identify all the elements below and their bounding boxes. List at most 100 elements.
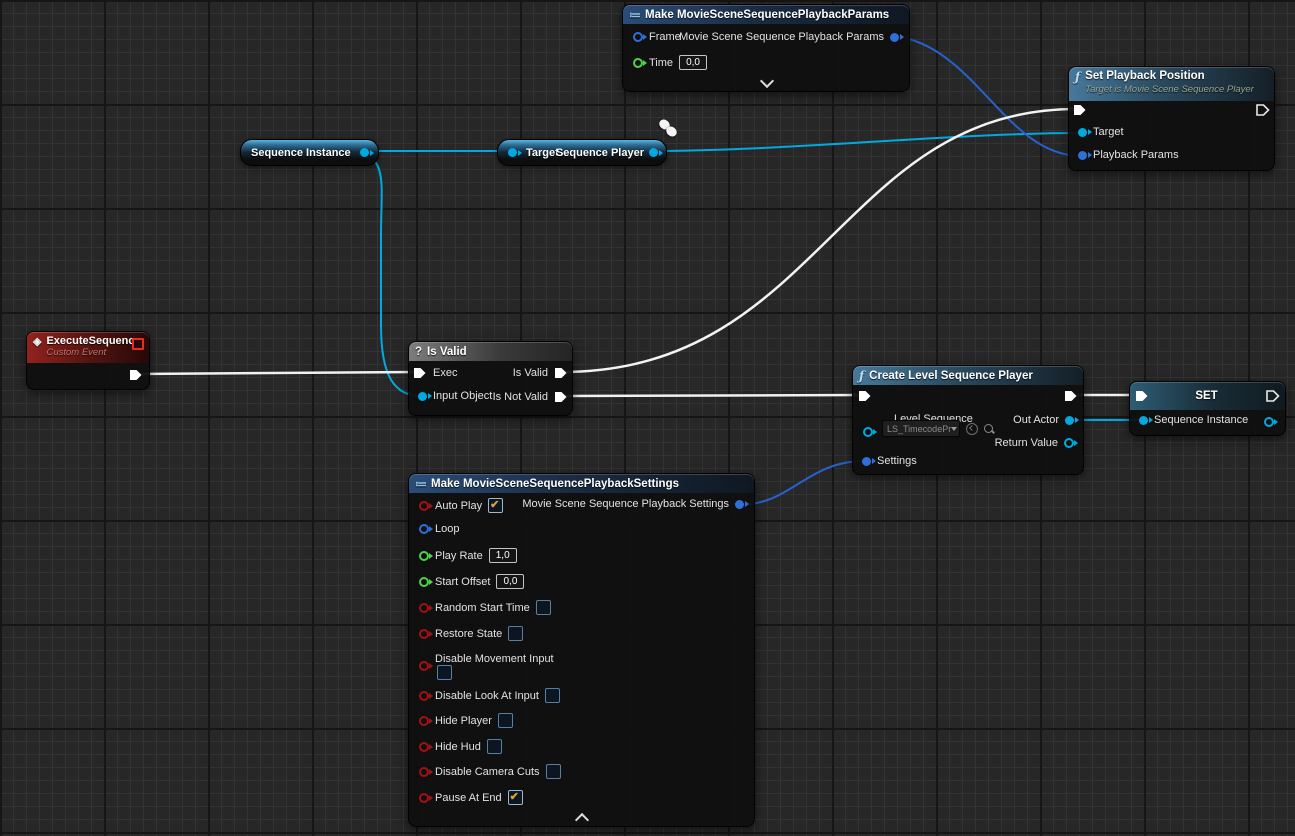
pause-at-end-label: Pause At End [435, 792, 502, 804]
playback-params-pin[interactable] [1078, 151, 1087, 160]
is-not-valid-exec-out-pin[interactable] [553, 390, 569, 404]
disable-look-at-input-pin[interactable] [419, 691, 429, 701]
node-title-bar[interactable]: ? Is Valid [409, 342, 572, 361]
node-title-bar[interactable]: ƒ Create Level Sequence Player [853, 366, 1083, 385]
node-title: Create Level Sequence Player [869, 370, 1033, 382]
target-pin[interactable] [1078, 128, 1087, 137]
node-make-playback-settings[interactable]: ≔ Make MovieSceneSequencePlaybackSetting… [408, 473, 755, 827]
set-value-pin[interactable] [1139, 416, 1148, 425]
wire-exec-event-to-isvalid[interactable] [135, 372, 418, 374]
exec-in-pin[interactable] [857, 389, 873, 403]
collapse-chevron-icon[interactable] [575, 813, 589, 827]
level-sequence-pin[interactable] [863, 427, 873, 437]
input-object-label: Input Object [433, 390, 492, 402]
loop-label: Loop [435, 523, 459, 535]
pause-at-end-pin[interactable] [419, 793, 429, 803]
wire-exec-isnotvalid-to-create[interactable] [561, 395, 864, 396]
node-title: SET [1195, 390, 1217, 402]
random-start-time-checkbox[interactable] [536, 600, 551, 615]
target-input-pin[interactable] [508, 148, 517, 157]
node-title-bar[interactable]: ƒ Set Playback Position Target is Movie … [1069, 67, 1274, 101]
settings-output-pin[interactable] [735, 500, 744, 509]
exec-out-pin[interactable] [1265, 389, 1281, 403]
disable-movement-input-checkbox[interactable] [437, 665, 452, 680]
disable-camera-cuts-pin[interactable] [419, 767, 429, 777]
function-icon: ƒ [859, 369, 864, 383]
node-set-sequence-instance[interactable]: SET Sequence Instance [1129, 381, 1286, 436]
start-offset-label: Start Offset [435, 576, 490, 588]
time-pin-label: Time [649, 57, 673, 69]
hide-player-checkbox[interactable] [498, 713, 513, 728]
exec-out-pin[interactable] [128, 368, 144, 382]
hide-hud-checkbox[interactable] [487, 739, 502, 754]
restore-state-pin[interactable] [419, 629, 429, 639]
auto-play-pin[interactable] [419, 501, 429, 511]
level-sequence-dropdown[interactable]: LS_TimecodePr [882, 420, 960, 437]
playback-params-output-pin[interactable] [890, 33, 899, 42]
blueprint-graph-canvas[interactable]: { "colors":{ "exec_wire":"#f2f2f2","obje… [0, 0, 1295, 836]
input-object-pin[interactable] [418, 392, 427, 401]
play-rate-pin[interactable] [419, 551, 429, 561]
node-title-bar[interactable]: ◈ ExecuteSequence Custom Event [27, 332, 149, 363]
disable-camera-cuts-checkbox[interactable] [546, 764, 561, 779]
node-title-bar[interactable]: ≔ Make MovieSceneSequencePlaybackParams [623, 5, 909, 24]
node-execute-sequence-event[interactable]: ◈ ExecuteSequence Custom Event [26, 331, 150, 390]
start-offset-input[interactable]: 0,0 [496, 574, 524, 589]
random-start-time-label: Random Start Time [435, 602, 530, 614]
disable-look-at-input-checkbox[interactable] [545, 688, 560, 703]
sequence-player-output-pin[interactable] [649, 148, 658, 157]
out-actor-pin[interactable] [1065, 416, 1074, 425]
level-sequence-dropdown-value: LS_TimecodePr [887, 424, 951, 434]
disable-movement-input-pin[interactable] [419, 661, 429, 671]
restore-state-checkbox[interactable] [508, 626, 523, 641]
loop-pin[interactable] [419, 524, 429, 534]
pause-at-end-checkbox[interactable] [508, 790, 523, 805]
exec-out-pin[interactable] [1063, 389, 1079, 403]
variable-label: Sequence Instance [251, 147, 351, 159]
return-value-pin[interactable] [1064, 438, 1074, 448]
play-rate-input[interactable]: 1,0 [489, 548, 517, 563]
expand-chevron-icon[interactable] [760, 74, 774, 88]
node-title-bar[interactable]: SET [1130, 382, 1285, 410]
event-bind-icon[interactable] [132, 338, 144, 350]
auto-play-checkbox[interactable] [488, 498, 503, 513]
node-subtitle: Custom Event [46, 347, 140, 359]
hide-player-pin[interactable] [419, 716, 429, 726]
use-selected-icon[interactable] [966, 423, 978, 435]
node-set-playback-position[interactable]: ƒ Set Playback Position Target is Movie … [1068, 66, 1275, 171]
exec-in-pin[interactable] [1072, 103, 1088, 117]
is-valid-exec-out-pin[interactable] [553, 366, 569, 380]
playback-params-output-label: Movie Scene Sequence Playback Params [679, 31, 884, 43]
node-title: ExecuteSequence [46, 335, 140, 347]
wire-settings-to-create-player[interactable] [738, 461, 865, 505]
hide-player-label: Hide Player [435, 715, 492, 727]
start-offset-pin[interactable] [419, 577, 429, 587]
set-output-pin[interactable] [1264, 417, 1274, 427]
node-get-sequence-player[interactable]: Target Sequence Player [497, 139, 667, 166]
frame-pin[interactable] [633, 32, 643, 42]
node-subtitle: Target is Movie Scene Sequence Player [1085, 83, 1254, 96]
random-start-time-pin[interactable] [419, 603, 429, 613]
restore-state-label: Restore State [435, 628, 502, 640]
sequence-instance-output-pin[interactable] [360, 148, 369, 157]
exec-out-pin[interactable] [1255, 103, 1271, 117]
node-create-level-sequence-player[interactable]: ƒ Create Level Sequence Player Level Seq… [852, 365, 1084, 475]
hide-hud-pin[interactable] [419, 742, 429, 752]
event-icon: ◈ [33, 335, 41, 348]
wire-sequence-player-to-target[interactable] [649, 133, 1081, 151]
settings-pin[interactable] [862, 457, 871, 466]
node-title-bar[interactable]: ≔ Make MovieSceneSequencePlaybackSetting… [409, 474, 754, 493]
node-title: Make MovieSceneSequencePlaybackParams [645, 9, 889, 21]
target-pin-label: Target [1093, 126, 1124, 138]
browse-asset-icon[interactable] [984, 424, 993, 433]
exec-in-pin[interactable] [412, 366, 428, 380]
function-icon: ƒ [1075, 70, 1080, 84]
play-rate-label: Play Rate [435, 550, 483, 562]
out-actor-label: Out Actor [1013, 414, 1059, 426]
time-pin[interactable] [633, 58, 643, 68]
exec-in-pin[interactable] [1134, 389, 1150, 403]
node-get-sequence-instance[interactable]: Sequence Instance [240, 139, 379, 166]
node-is-valid[interactable]: ? Is Valid Exec Is Valid Input Object Is… [408, 341, 573, 416]
time-value-input[interactable]: 0,0 [679, 55, 707, 70]
node-make-playback-params[interactable]: ≔ Make MovieSceneSequencePlaybackParams … [622, 4, 910, 92]
